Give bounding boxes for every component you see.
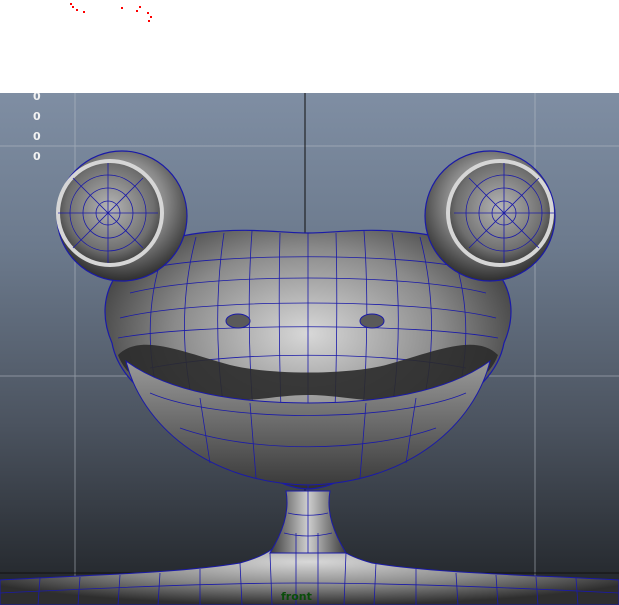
front-viewport[interactable]: 0 0 0 0 front [0, 93, 619, 605]
selected-points-markers [70, 3, 152, 22]
hud-value: 0 [33, 93, 41, 103]
top-strip [0, 0, 619, 93]
marker [147, 12, 149, 14]
right-eye[interactable] [424, 150, 556, 282]
hud-value: 0 [33, 130, 41, 143]
frog-head[interactable] [104, 229, 512, 490]
hud-value: 0 [33, 150, 41, 163]
camera-label: front [281, 590, 312, 603]
frog-body[interactable] [0, 490, 619, 605]
marker [136, 10, 138, 12]
marker [148, 20, 150, 22]
viewport-canvas[interactable] [0, 93, 619, 605]
marker [121, 7, 123, 9]
marker [150, 16, 152, 18]
marker [139, 6, 141, 8]
hud-readout: 0 0 0 0 [33, 93, 41, 167]
hud-value: 0 [33, 110, 41, 123]
marker [83, 11, 85, 13]
right-nostril [359, 313, 385, 329]
marker [76, 9, 78, 11]
marker [70, 3, 72, 5]
left-eye[interactable] [56, 150, 188, 282]
left-nostril [225, 313, 251, 329]
marker [72, 6, 74, 8]
